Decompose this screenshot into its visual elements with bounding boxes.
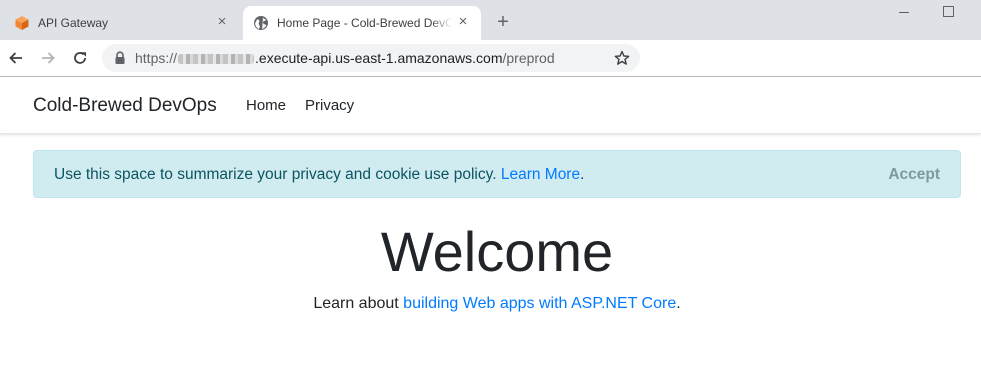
learn-prefix: Learn about [313, 295, 399, 312]
globe-icon [253, 15, 269, 31]
new-tab-button[interactable]: + [492, 11, 514, 33]
maximize-window-icon[interactable] [942, 6, 954, 18]
cookie-message: Use this space to summarize your privacy… [54, 166, 584, 184]
url-text: https:// .execute-api.us-east-1.amazonaws… [135, 50, 555, 66]
tab-title: Home Page - Cold-Brewed DevOps [277, 16, 452, 30]
cookie-message-text: Use this space to summarize your privacy… [54, 166, 497, 183]
cookie-message-period: . [580, 166, 585, 183]
aspnet-core-docs-link[interactable]: building Web apps with ASP.NET Core [403, 295, 676, 312]
learn-suffix: . [676, 295, 681, 312]
nav-home-link[interactable]: Home [246, 97, 286, 115]
lock-icon [114, 51, 126, 65]
tab-api-gateway[interactable]: API Gateway × [0, 6, 240, 40]
bookmark-star-icon[interactable] [614, 50, 630, 66]
accept-cookies-button[interactable]: Accept [888, 166, 940, 184]
address-bar[interactable]: https:// .execute-api.us-east-1.amazonaws… [102, 44, 640, 72]
minimize-window-icon[interactable] [896, 4, 912, 20]
redacted-subdomain [178, 54, 255, 65]
welcome-heading: Welcome [380, 220, 614, 283]
tab-title: API Gateway [38, 16, 109, 30]
site-brand-link[interactable]: Cold-Brewed DevOps [33, 95, 217, 117]
aws-cube-icon [14, 15, 30, 31]
nav-privacy-link[interactable]: Privacy [305, 97, 354, 115]
url-path: /preprod [502, 50, 555, 66]
url-scheme: https:// [135, 50, 178, 66]
learn-more-link[interactable]: Learn More [501, 166, 580, 183]
site-navbar: Cold-Brewed DevOps Home Privacy [0, 77, 981, 134]
browser-tab-strip: API Gateway × Home Page - Cold-Brewed De… [0, 0, 981, 40]
url-host: .execute-api.us-east-1.amazonaws.com [255, 50, 503, 66]
tab-home-page[interactable]: Home Page - Cold-Brewed DevOps × [243, 6, 481, 40]
back-arrow-icon[interactable] [6, 48, 26, 68]
browser-toolbar: https:// .execute-api.us-east-1.amazonaws… [0, 40, 981, 77]
forward-arrow-icon[interactable] [38, 48, 58, 68]
close-tab-icon[interactable]: × [214, 14, 230, 30]
learn-about-text: Learn about building Web apps with ASP.N… [0, 294, 981, 314]
reload-icon[interactable] [70, 48, 90, 68]
close-tab-icon[interactable]: × [455, 14, 471, 30]
cookie-consent-alert: Use this space to summarize your privacy… [33, 150, 961, 198]
